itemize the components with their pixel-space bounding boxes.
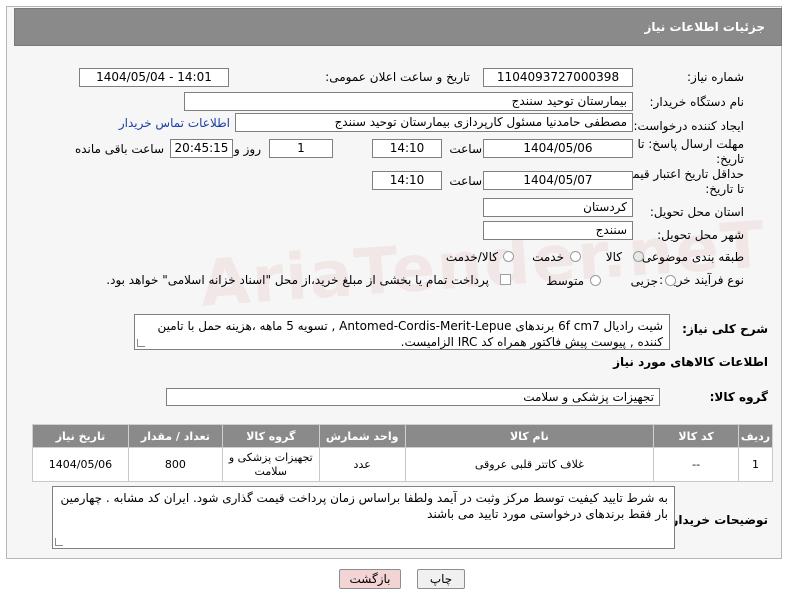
announce-field: 1404/05/04 - 14:01 [79,68,229,87]
back-button[interactable]: بازگشت [339,569,401,589]
days-label: روز و [234,142,261,156]
validity-time-label: ساعت [449,174,482,188]
process-option-medium: متوسط [546,274,584,288]
need-number-field: 1104093727000398 [483,68,633,87]
validity-time-field: 14:10 [372,171,442,190]
items-table: ردیف کد کالا نام کالا واحد شمارش گروه کا… [32,424,773,482]
validity-date-field: 1404/05/07 [483,171,633,190]
city-field: سنندج [483,221,633,240]
category-option-service: خدمت [532,250,564,264]
requester-field: مصطفی حامدنیا مسئول کارپردازی بیمارستان … [235,113,633,132]
goods-section-title: اطلاعات کالاهای مورد نیاز [613,355,768,369]
remaining-label: ساعت باقی مانده [74,142,164,156]
remaining-time-field: 20:45:15 [170,139,233,158]
cell-row-number: 1 [738,447,773,482]
category-radio-goods[interactable] [633,251,644,262]
col-header-quantity: تعداد / مقدار [127,424,223,448]
col-header-goods-group: گروه کالا [221,424,320,448]
days-field: 1 [269,139,333,158]
province-field: کردستان [483,198,633,217]
treasury-payment-checkbox[interactable] [500,274,511,285]
panel-header: جزئیات اطلاعات نیاز [14,8,782,46]
col-header-goods-name: نام کالا [404,424,655,448]
table-header-row: ردیف کد کالا نام کالا واحد شمارش گروه کا… [32,424,773,448]
cell-goods-code: -- [653,447,740,482]
description-label: شرح کلی نیاز: [682,322,768,336]
deadline-date-field: 1404/05/06 [483,139,633,158]
goods-group-field: تجهیزات پزشکی و سلامت [166,388,660,406]
process-radio-medium[interactable] [590,275,601,286]
print-button[interactable]: چاپ [417,569,465,589]
city-label: شهر محل تحویل: [657,228,744,242]
resize-handle-icon[interactable] [137,339,145,347]
buyer-notes-label: توضیحات خریدار: [666,513,768,527]
col-header-need-date: تاریخ نیاز [32,424,129,448]
requester-label: ایجاد کننده درخواست: [633,119,744,133]
announce-label: تاریخ و ساعت اعلان عمومی: [325,70,470,84]
validity-label-2: تا تاریخ: [705,182,744,196]
validity-label-1: حداقل تاریخ اعتبار قیمت: [617,167,744,181]
category-option-goods-service: کالا/خدمت [445,250,498,264]
process-option-minor: جزیی [630,274,658,288]
page-title: جزئیات اطلاعات نیاز [644,20,765,34]
deadline-time-field: 14:10 [372,139,442,158]
buyer-contact-link[interactable]: اطلاعات تماس خریدار [119,116,230,130]
col-header-row-number: ردیف [738,424,773,448]
category-label: طبقه بندی موضوعی: [637,250,744,264]
category-radio-goods-service[interactable] [503,251,514,262]
cell-goods-name: غلاف کاتتر قلبی عروقی [404,447,655,482]
goods-group-label: گروه کالا: [709,390,768,404]
deadline-label-1: مهلت ارسال پاسخ: تا [637,137,744,151]
treasury-payment-note: پرداخت تمام یا بخشی از مبلغ خرید،از محل … [106,273,489,287]
description-textarea[interactable]: شیت رادیال 6f cm7 برندهای Antomed-Cordis… [134,314,670,350]
col-header-unit: واحد شمارش [318,424,406,448]
buyer-notes-textarea[interactable]: به شرط تایید کیفیت توسط مرکز وثبت در آیم… [52,486,675,549]
deadline-label-2: تاریخ: [716,152,744,166]
deadline-time-label: ساعت [449,142,482,156]
category-option-goods: کالا [605,250,622,264]
cell-quantity: 800 [127,447,223,482]
table-row: 1 -- غلاف کاتتر قلبی عروقی عدد تجهیزات پ… [32,447,773,482]
cell-unit: عدد [318,447,406,482]
cell-goods-group: تجهیزات پزشکی و سلامت [221,447,320,482]
buyer-org-label: نام دستگاه خریدار: [649,95,745,109]
need-number-label: شماره نیاز: [687,70,744,84]
cell-need-date: 1404/05/06 [32,447,129,482]
col-header-goods-code: کد کالا [653,424,740,448]
resize-handle-icon[interactable] [55,538,63,546]
province-label: استان محل تحویل: [649,205,744,219]
buyer-notes-text: به شرط تایید کیفیت توسط مرکز وثبت در آیم… [60,491,669,521]
buyer-org-field: بیمارستان توحید سنندج [184,92,633,111]
category-radio-service[interactable] [570,251,581,262]
description-text: شیت رادیال 6f cm7 برندهای Antomed-Cordis… [157,319,663,349]
process-radio-minor[interactable] [665,275,676,286]
